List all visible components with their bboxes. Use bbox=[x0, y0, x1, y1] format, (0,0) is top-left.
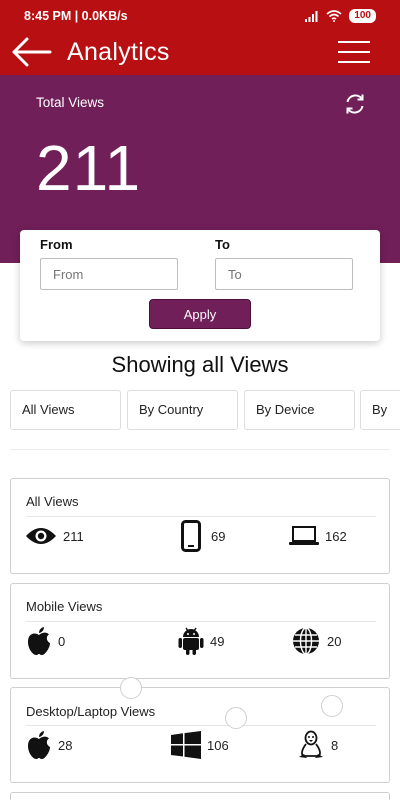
refresh-button[interactable] bbox=[343, 92, 367, 116]
tab-by-country[interactable]: By Country bbox=[127, 390, 238, 430]
stat-value: 162 bbox=[325, 528, 347, 544]
status-icons: 100 bbox=[305, 9, 376, 23]
card-divider bbox=[26, 725, 376, 726]
status-time: 8:45 PM | 0.0KB/s bbox=[24, 9, 128, 23]
laptop-icon bbox=[289, 526, 319, 545]
apply-button[interactable]: Apply bbox=[149, 299, 251, 329]
stat-value: 69 bbox=[211, 528, 226, 544]
total-views-label: Total Views bbox=[36, 95, 105, 110]
from-date-input[interactable] bbox=[40, 258, 178, 290]
stat-value: 106 bbox=[207, 737, 229, 753]
section-heading: Showing all Views bbox=[111, 352, 289, 377]
to-date-input[interactable] bbox=[215, 258, 353, 290]
date-filter-card: From To Apply bbox=[20, 230, 380, 341]
all-views-card: All Views 211 69 162 bbox=[10, 478, 390, 574]
card-divider bbox=[26, 516, 376, 517]
all-views-stat: 211 bbox=[25, 519, 84, 553]
apple-icon bbox=[28, 627, 50, 655]
web-views-stat: 20 bbox=[291, 624, 341, 658]
stat-value: 20 bbox=[327, 633, 342, 649]
mobile-phone-icon bbox=[181, 520, 201, 552]
decorative-dot bbox=[321, 695, 343, 717]
globe-icon bbox=[293, 627, 319, 655]
total-views-value: 211 bbox=[36, 132, 142, 204]
refresh-icon bbox=[346, 94, 364, 114]
next-card-partial bbox=[10, 792, 390, 800]
card-divider bbox=[26, 621, 376, 622]
mobile-views-card: Mobile Views 0 49 20 bbox=[10, 583, 390, 679]
android-views-stat: 49 bbox=[178, 624, 224, 658]
tab-all-views[interactable]: All Views bbox=[10, 390, 121, 430]
linux-views-stat: 8 bbox=[297, 728, 338, 762]
desktop-views-stat: 162 bbox=[289, 519, 347, 553]
windows-icon bbox=[171, 731, 201, 759]
view-filter-tabs: All Views By Country By Device By bbox=[10, 390, 400, 430]
tab-by-device[interactable]: By Device bbox=[244, 390, 355, 430]
back-button[interactable] bbox=[10, 35, 52, 69]
menu-button[interactable] bbox=[338, 40, 370, 64]
stat-value: 8 bbox=[331, 737, 339, 753]
stat-value: 49 bbox=[210, 633, 225, 649]
divider bbox=[10, 449, 390, 450]
windows-views-stat: 106 bbox=[171, 728, 229, 762]
card-title: Desktop/Laptop Views bbox=[26, 704, 156, 719]
signal-icon bbox=[305, 10, 318, 22]
card-title: Mobile Views bbox=[26, 599, 103, 614]
apple-icon bbox=[28, 731, 50, 759]
eye-icon bbox=[26, 528, 56, 544]
stat-value: 28 bbox=[58, 737, 73, 753]
app-bar: Analytics bbox=[0, 32, 400, 75]
tab-by-more[interactable]: By bbox=[360, 390, 400, 430]
mac-views-stat: 28 bbox=[26, 728, 72, 762]
hamburger-icon bbox=[338, 41, 370, 63]
arrow-left-icon bbox=[12, 37, 52, 67]
status-bar: 8:45 PM | 0.0KB/s 100 bbox=[0, 0, 400, 32]
decorative-dot bbox=[225, 707, 247, 729]
ios-views-stat: 0 bbox=[26, 624, 65, 658]
mobile-views-stat: 69 bbox=[181, 519, 225, 553]
android-icon bbox=[178, 627, 204, 655]
card-title: All Views bbox=[26, 494, 79, 509]
linux-icon bbox=[299, 730, 323, 758]
decorative-dot bbox=[120, 677, 142, 699]
stat-value: 0 bbox=[58, 633, 66, 649]
battery-indicator: 100 bbox=[349, 9, 376, 23]
from-label: From bbox=[40, 237, 73, 252]
stat-value: 211 bbox=[63, 528, 84, 544]
page-title: Analytics bbox=[67, 38, 170, 66]
wifi-icon bbox=[326, 10, 342, 22]
to-label: To bbox=[215, 237, 230, 252]
